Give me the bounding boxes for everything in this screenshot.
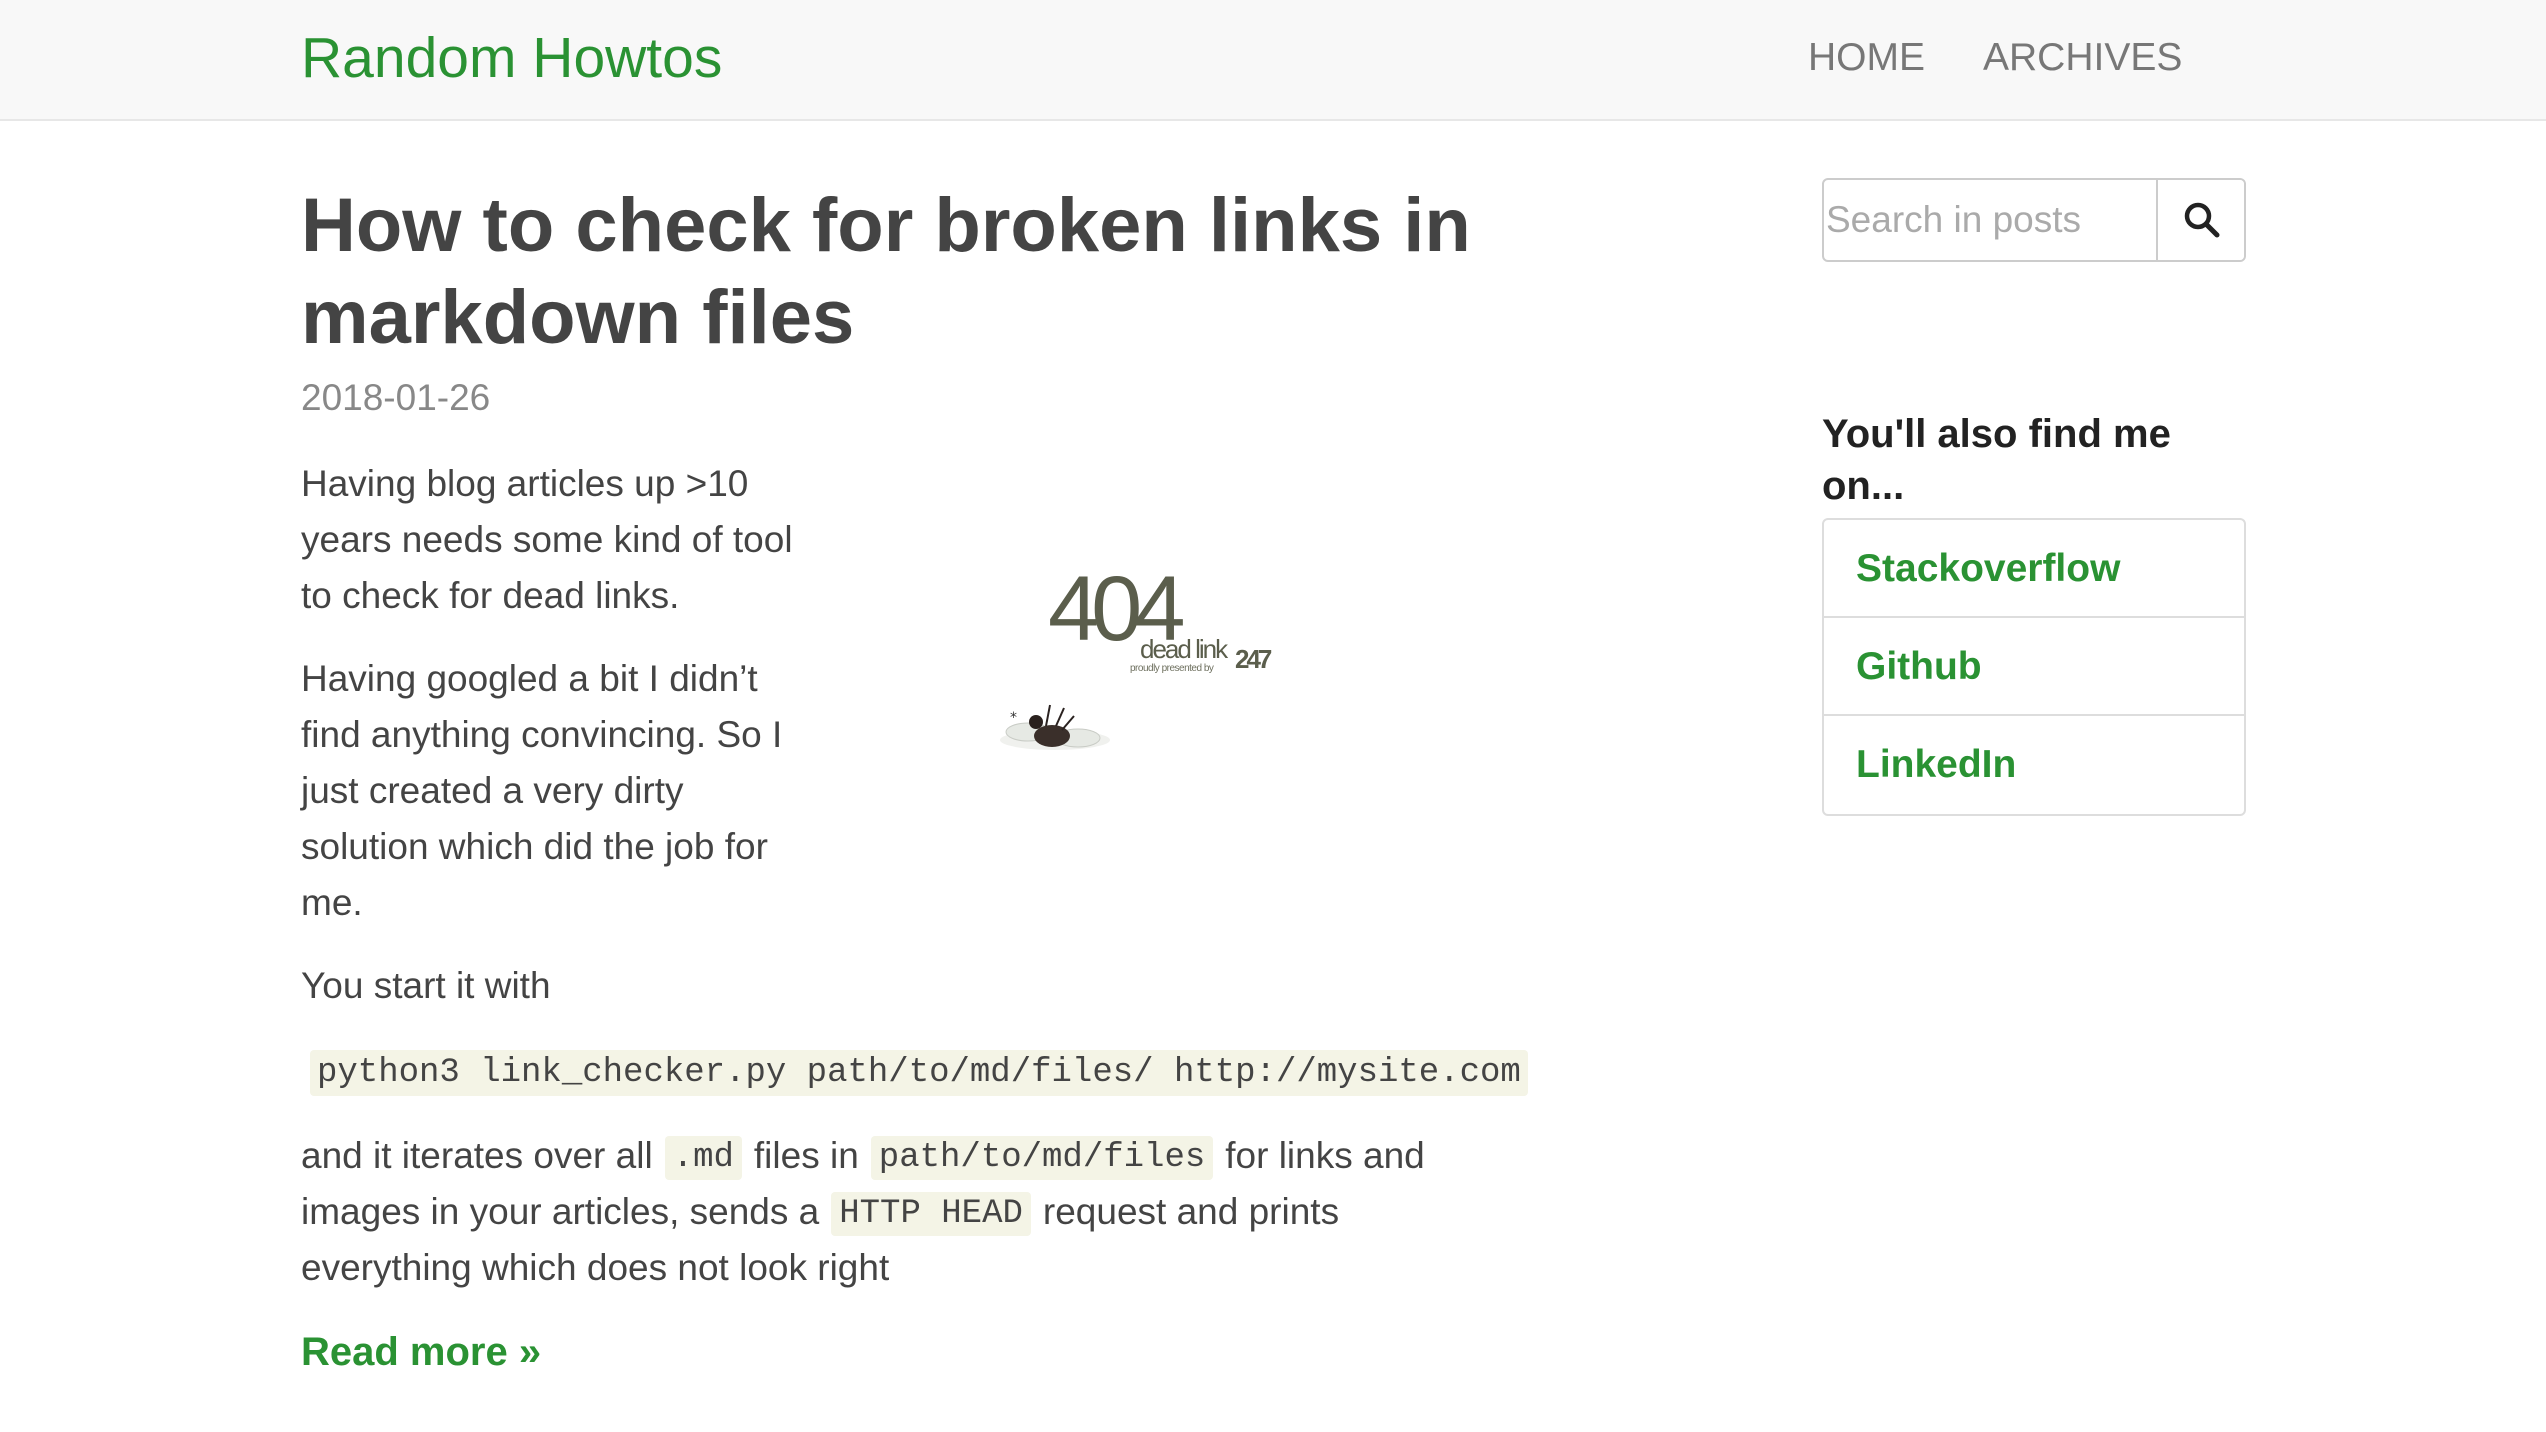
image-brand-text: 247 [1235,644,1272,674]
post-title[interactable]: How to check for broken links in markdow… [301,180,1601,364]
text-span: images in your articles, sends a [301,1191,820,1232]
inline-code: HTTP HEAD [831,1192,1031,1236]
text-span: for links and [1225,1135,1425,1176]
svg-text:*: * [1010,710,1017,726]
find-me-heading: You'll also find me on... [1822,412,2171,508]
search-button[interactable] [2156,180,2244,260]
read-more-link[interactable]: Read more » [301,1324,541,1380]
dead-fly-icon: * [1000,704,1110,750]
image-dead-link-text: dead link [1140,634,1229,664]
search-form [1822,178,2246,262]
image-credit-text: proudly presented by [1130,663,1214,674]
magnifier-icon [2184,202,2220,238]
nav-home-link[interactable]: HOME [1808,36,1925,80]
social-link-stackoverflow[interactable]: Stackoverflow [1824,520,2244,618]
command-code-block: python3 link_checker.py path/to/md/files… [310,1050,1528,1096]
text-span: request and prints [1042,1191,1340,1232]
social-link-linkedin[interactable]: LinkedIn [1824,716,2244,814]
inline-code: path/to/md/files [870,1136,1214,1180]
post-date: 2018-01-26 [301,377,491,418]
inline-code: .md [664,1136,742,1180]
post-paragraph: You start it with [301,965,551,1006]
paragraph-line: images in your articles, sends a HTTP HEA… [301,1184,1601,1240]
paragraph-line: everything which does not look right [301,1247,890,1288]
search-input[interactable] [1824,180,2156,260]
text-span: and it iterates over all [301,1135,653,1176]
site-brand-link[interactable]: Random Howtos [301,28,722,88]
text-span: files in [753,1135,859,1176]
dead-link-404-image: 404 dead link proudly presented by 247 * [1000,558,1275,750]
post-paragraph: Having blog articles up >10 years needs … [301,463,793,616]
post-paragraph: and it iterates over all .md files in path/… [301,1128,1601,1296]
post-paragraph: Having googled a bit I didn’t find anyth… [301,658,783,923]
paragraph-line: and it iterates over all .md files in path/… [301,1128,1601,1184]
nav-archives-link[interactable]: ARCHIVES [1983,36,2182,80]
navbar: Random Howtos HOME ARCHIVES [0,0,2546,121]
social-link-github[interactable]: Github [1824,618,2244,716]
social-links-list: Stackoverflow Github LinkedIn [1822,518,2246,816]
